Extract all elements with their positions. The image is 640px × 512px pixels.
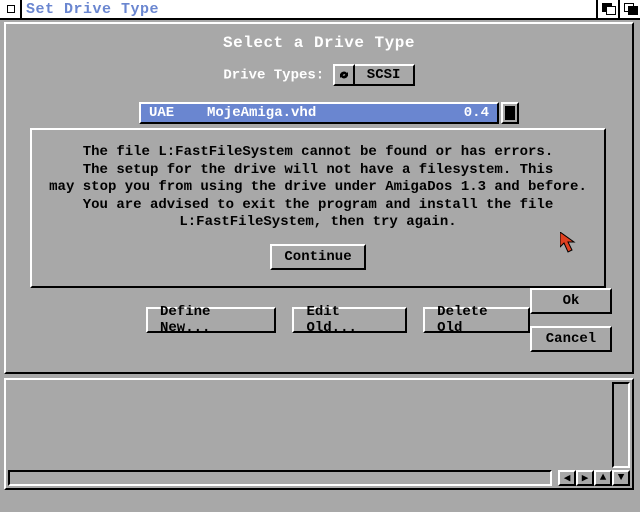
panel-heading: Select a Drive Type: [6, 34, 632, 52]
dialog-message: The file L:FastFileSystem cannot be foun…: [46, 144, 590, 232]
list-col2: MojeAmiga.vhd: [207, 105, 421, 121]
depth-back-icon[interactable]: [618, 0, 640, 18]
delete-old-button[interactable]: Delete Old: [423, 307, 530, 333]
drive-types-cycle[interactable]: SCSI: [333, 64, 415, 86]
lower-panel: ◀ ▶ ▲ ▼: [4, 378, 634, 490]
drive-types-row: Drive Types: SCSI: [6, 64, 632, 86]
scroll-down-icon[interactable]: ▼: [612, 470, 630, 486]
scroll-arrows: ◀ ▶ ▲ ▼: [558, 470, 630, 486]
horizontal-scrollbar[interactable]: [8, 470, 552, 486]
drive-list: UAE MojeAmiga.vhd 0.4: [139, 102, 499, 124]
window-title: Set Drive Type: [22, 1, 596, 18]
error-dialog: The file L:FastFileSystem cannot be foun…: [30, 128, 606, 288]
scroll-left-icon[interactable]: ◀: [558, 470, 576, 486]
scroll-up-icon[interactable]: ▲: [594, 470, 612, 486]
drive-types-value: SCSI: [355, 64, 415, 86]
list-scrollbar[interactable]: [501, 102, 519, 124]
titlebar: Set Drive Type: [0, 0, 640, 20]
scroll-right-icon[interactable]: ▶: [576, 470, 594, 486]
list-col3: 0.4: [439, 105, 489, 121]
close-gadget[interactable]: [0, 0, 22, 18]
drive-types-label: Drive Types:: [223, 68, 324, 84]
cycle-icon: [333, 64, 355, 86]
edit-old-button[interactable]: Edit Old...: [292, 307, 407, 333]
continue-button[interactable]: Continue: [270, 244, 366, 270]
define-new-button[interactable]: Define New...: [146, 307, 276, 333]
depth-front-icon[interactable]: [596, 0, 618, 18]
button-row: Define New... Edit Old... Delete Old Ok …: [6, 288, 632, 352]
ok-button[interactable]: Ok: [530, 288, 612, 314]
list-item[interactable]: UAE MojeAmiga.vhd 0.4: [139, 102, 499, 124]
vertical-scrollbar[interactable]: [612, 382, 630, 468]
depth-gadgets: [596, 0, 640, 18]
list-col1: UAE: [149, 105, 189, 121]
cancel-button[interactable]: Cancel: [530, 326, 612, 352]
